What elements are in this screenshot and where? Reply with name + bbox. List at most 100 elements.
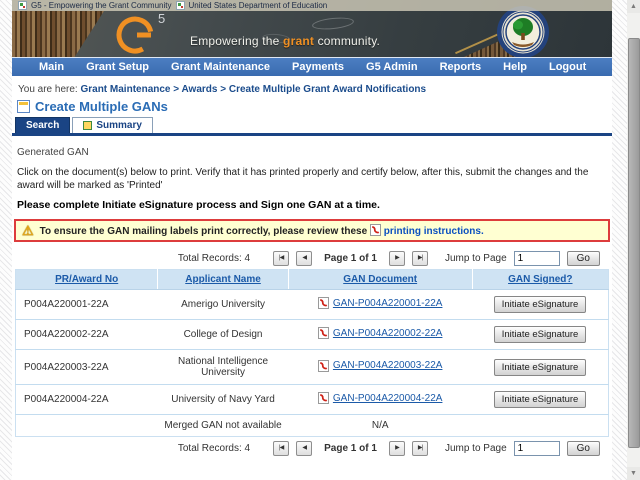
jump-to-page-label: Jump to Page (444, 443, 507, 454)
gan-table: PR/Award No Applicant Name GAN Document … (15, 269, 609, 437)
nav-item-reports[interactable]: Reports (429, 61, 493, 73)
applicant-name: College of Design (157, 319, 289, 350)
pagination-top: Total Records: 4 |◀ ◀ Page 1 of 1 ▶ ▶| J… (12, 251, 600, 266)
award-no: P004A220002-22A (15, 319, 158, 350)
tagline-post: community. (314, 34, 381, 48)
pdf-icon (317, 327, 329, 339)
gan-document-link[interactable]: GAN-P004A220004-22A (333, 393, 443, 404)
applicant-name: National Intelligence University (157, 349, 289, 385)
award-no: P004A220001-22A (15, 289, 158, 320)
table-row: P004A220002-22A College of Design GAN-P0… (15, 319, 609, 350)
summary-tab-icon (83, 121, 93, 130)
dept-of-education-seal (497, 6, 549, 57)
app-window: 5 Empowering the grant community. G5 - E… (0, 0, 640, 480)
tab-search[interactable]: Search (15, 117, 71, 133)
warning-icon: ⚠ (22, 223, 34, 238)
prev-page-button[interactable]: ◀ (296, 251, 313, 266)
sort-gan-signed[interactable]: GAN Signed? (508, 274, 572, 285)
next-page-button[interactable]: ▶ (388, 251, 405, 266)
favicon-icon (18, 1, 27, 10)
page-title: Create Multiple GANs (35, 99, 168, 114)
go-button[interactable]: Go (566, 441, 600, 456)
gan-document-cell: GAN-P004A220001-22A (317, 297, 443, 309)
last-page-button[interactable]: ▶| (411, 251, 428, 266)
header-gan-document: GAN Document (287, 269, 473, 290)
initiate-esignature-button[interactable]: Initiate eSignature (493, 358, 587, 376)
tab-summary-label: Summary (96, 120, 142, 131)
sort-gan-document[interactable]: GAN Document (343, 274, 417, 285)
table-row: P004A220001-22A Amerigo University GAN-P… (15, 289, 609, 320)
nav-item-grant-setup[interactable]: Grant Setup (75, 61, 160, 73)
merged-gan-doc: N/A (371, 420, 389, 431)
breadcrumb: You are here: Grant Maintenance > Awards… (18, 84, 612, 95)
warning-banner: ⚠ To ensure the GAN mailing labels print… (14, 219, 610, 242)
page-indicator: Page 1 of 1 (324, 443, 377, 454)
tab-summary[interactable]: Summary (72, 117, 153, 133)
page-indicator: Page 1 of 1 (324, 253, 377, 264)
scrollbar-thumb[interactable] (628, 38, 640, 448)
window-title-1: G5 - Empowering the Grant Community (31, 1, 172, 10)
tagline-accent: grant (283, 34, 315, 48)
header-pr-award-no: PR/Award No (15, 269, 158, 290)
breadcrumb-path[interactable]: Grant Maintenance > Awards > Create Mult… (80, 84, 426, 95)
pagination-bottom: Total Records: 4 |◀ ◀ Page 1 of 1 ▶ ▶| J… (12, 441, 600, 456)
page-form-icon (17, 100, 30, 113)
sort-applicant-name[interactable]: Applicant Name (185, 274, 261, 285)
tab-bar: Search Summary (15, 117, 612, 133)
initiate-esignature-button[interactable]: Initiate eSignature (493, 391, 587, 408)
page-title-row: Create Multiple GANs (17, 99, 612, 114)
nav-item-payments[interactable]: Payments (281, 61, 355, 73)
page-content: 5 Empowering the grant community. G5 - E… (12, 0, 612, 480)
printing-instructions-link[interactable]: printing instructions. (384, 226, 484, 237)
first-page-button[interactable]: |◀ (273, 441, 290, 456)
table-header-row: PR/Award No Applicant Name GAN Document … (15, 269, 609, 290)
merged-gan-row: Merged GAN not available N/A (16, 415, 609, 437)
nav-item-logout[interactable]: Logout (538, 61, 597, 73)
applicant-name: Amerigo University (157, 289, 289, 320)
total-records: Total Records: 4 (177, 443, 251, 454)
logo-number: 5 (158, 11, 165, 26)
gan-document-link[interactable]: GAN-P004A220003-22A (333, 360, 443, 371)
bookshelf-photo-left (12, 11, 104, 57)
tab-underline (12, 133, 612, 136)
header-banner: 5 Empowering the grant community. G5 - E… (12, 0, 612, 57)
last-page-button[interactable]: ▶| (411, 441, 428, 456)
gan-document-cell: GAN-P004A220002-22A (317, 327, 443, 339)
sort-pr-award-no[interactable]: PR/Award No (55, 274, 118, 285)
vertical-scrollbar[interactable]: ▲ ▼ (627, 0, 640, 480)
pdf-icon (317, 359, 329, 372)
jump-to-page-input[interactable] (513, 251, 560, 266)
scroll-down-icon[interactable]: ▼ (627, 467, 640, 480)
nav-item-main[interactable]: Main (28, 61, 75, 73)
esignature-note: Please complete Initiate eSignature proc… (17, 199, 380, 211)
breadcrumb-prefix: You are here: (18, 84, 78, 95)
favicon-icon (175, 1, 185, 10)
gan-document-link[interactable]: GAN-P004A220001-22A (333, 298, 443, 309)
initiate-esignature-button[interactable]: Initiate eSignature (493, 296, 587, 313)
first-page-button[interactable]: |◀ (273, 251, 290, 266)
pdf-icon (317, 297, 329, 309)
warning-text: To ensure the GAN mailing labels print c… (40, 224, 484, 237)
pdf-icon (317, 392, 329, 404)
gan-document-cell: GAN-P004A220004-22A (317, 392, 443, 404)
instructions-text: Click on the document(s) below to print.… (17, 167, 589, 191)
tagline: Empowering the grant community. (190, 34, 380, 48)
next-page-button[interactable]: ▶ (388, 441, 405, 456)
g5-logo-icon: 5 (116, 11, 165, 54)
tagline-pre: Empowering the (190, 34, 284, 48)
gan-document-cell: GAN-P004A220003-22A (317, 359, 443, 372)
table-row: P004A220004-22A University of Navy Yard … (15, 384, 609, 415)
nav-item-g5-admin[interactable]: G5 Admin (355, 61, 429, 73)
nav-item-help[interactable]: Help (492, 61, 538, 73)
prev-page-button[interactable]: ◀ (296, 441, 313, 456)
go-button[interactable]: Go (566, 251, 600, 266)
header-applicant-name: Applicant Name (157, 269, 289, 290)
gan-document-link[interactable]: GAN-P004A220002-22A (333, 328, 443, 339)
jump-to-page-input[interactable] (513, 441, 560, 456)
nav-item-grant-maintenance[interactable]: Grant Maintenance (160, 61, 281, 73)
page-main: You are here: Grant Maintenance > Awards… (12, 84, 612, 480)
scroll-up-icon[interactable]: ▲ (627, 0, 640, 13)
total-records: Total Records: 4 (177, 253, 251, 264)
initiate-esignature-button[interactable]: Initiate eSignature (493, 326, 587, 343)
award-no: P004A220003-22A (15, 349, 158, 385)
